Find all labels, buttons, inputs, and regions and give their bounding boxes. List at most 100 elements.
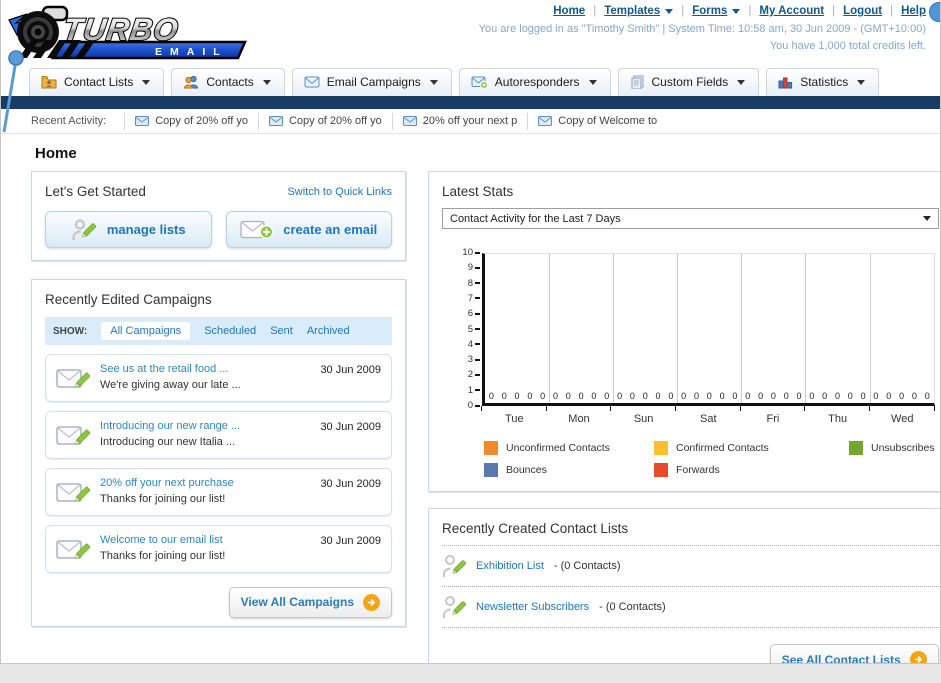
nav-logout-link[interactable]: Logout — [843, 5, 882, 17]
campaign-date: 30 Jun 2009 — [320, 364, 381, 376]
nav-logout[interactable]: Logout — [824, 5, 882, 17]
campaign-subtitle: We're giving away our late ... — [100, 378, 241, 391]
chart-x-ticks — [481, 406, 935, 411]
campaign-title-link[interactable]: Welcome to our email list — [100, 533, 225, 549]
people-icon — [183, 75, 199, 89]
stats-period-select[interactable]: Contact Activity for the Last 7 Days — [442, 208, 939, 229]
envelope-plus-icon — [240, 219, 274, 241]
envelope-plus-icon — [471, 76, 488, 89]
contact-list-item[interactable]: Newsletter Subscribers - (0 Contacts) — [442, 587, 939, 628]
contact-list-item[interactable]: Exhibition List - (0 Contacts) — [442, 546, 939, 587]
tab-contacts[interactable]: Contacts — [171, 68, 285, 96]
contact-list-count: - (0 Contacts) — [599, 601, 666, 613]
page-title: Home — [35, 145, 77, 162]
legend-label: Bounces — [506, 464, 547, 476]
header: TURBO EMAIL Home Templates Forms My Acco… — [1, 0, 940, 133]
campaign-list-item[interactable]: 20% off your next purchase Thanks for jo… — [45, 467, 392, 516]
see-all-contact-lists-button[interactable]: See All Contact Lists — [769, 644, 939, 663]
manage-lists-label: manage lists — [106, 222, 186, 237]
campaign-date: 30 Jun 2009 — [320, 534, 381, 547]
logo-subtitle-text: EMAIL — [155, 46, 228, 58]
nav-templates-link[interactable]: Templates — [604, 5, 660, 17]
top-nav: Home Templates Forms My Account Logout H… — [479, 5, 926, 17]
tab-custom-fields[interactable]: Custom Fields — [617, 68, 760, 96]
campaign-subtitle: Introducing our new Italia ... — [100, 435, 236, 448]
person-pencil-icon — [442, 553, 466, 579]
legend-swatch-bounces — [484, 463, 498, 477]
envelope-pencil-icon — [56, 535, 90, 563]
view-all-campaigns-label: View All Campaigns — [240, 595, 354, 609]
recent-campaigns-panel: Recently Edited Campaigns SHOW: All Camp… — [31, 279, 406, 627]
campaign-list-item[interactable]: See us at the retail food ... We're givi… — [45, 354, 392, 402]
campaign-list-item[interactable]: Introducing our new range ... Introducin… — [45, 410, 392, 459]
contact-list-link[interactable]: Exhibition List — [476, 560, 544, 572]
filter-scheduled[interactable]: Scheduled — [204, 325, 256, 337]
recent-activity-item[interactable]: Copy of 20% off yo — [257, 112, 392, 130]
legend-label: Confirmed Contacts — [676, 442, 769, 454]
filter-archived[interactable]: Archived — [307, 325, 350, 337]
campaign-subtitle: Thanks for joining our list! — [100, 549, 226, 562]
callout-pin-icon — [1, 50, 27, 139]
stats-period-value: Contact Activity for the Last 7 Days — [450, 212, 621, 225]
caret-down-icon — [732, 8, 741, 14]
campaign-title-link[interactable]: Introducing our new range ... — [100, 419, 240, 435]
nav-help-link[interactable]: Help — [901, 5, 926, 17]
nav-templates[interactable]: Templates — [585, 5, 674, 17]
tab-contact-lists[interactable]: Contact Lists — [29, 68, 165, 96]
nav-help[interactable]: Help — [882, 5, 926, 17]
caret-down-icon — [429, 79, 438, 85]
header-right: Home Templates Forms My Account Logout H… — [479, 5, 926, 54]
campaign-title-link[interactable]: See us at the retail food ... — [100, 362, 241, 378]
create-email-label: create an email — [283, 222, 378, 237]
tab-email-campaigns[interactable]: Email Campaigns — [291, 68, 452, 96]
contact-activity-chart: 0 1 2 3 4 5 6 7 8 9 10 000000000000000000000000000… — [456, 247, 935, 477]
envelope-pencil-icon — [56, 421, 90, 449]
view-all-campaigns-button[interactable]: View All Campaigns — [228, 586, 392, 618]
filter-sent[interactable]: Sent — [270, 325, 293, 337]
tab-autoresponders[interactable]: Autoresponders — [458, 68, 611, 96]
legend-label: Forwards — [676, 464, 720, 476]
envelope-icon — [135, 116, 150, 126]
help-bubble-icon[interactable] — [929, 2, 940, 22]
nav-home[interactable]: Home — [553, 5, 585, 17]
show-label: SHOW: — [53, 325, 88, 337]
envelope-pencil-icon — [56, 364, 90, 392]
main-tab-bar: Contact Lists Contacts Email Campaigns A… — [1, 66, 940, 96]
recent-activity-item[interactable]: 20% off your next p — [391, 112, 528, 130]
tab-statistics[interactable]: Statistics — [766, 68, 880, 96]
caret-down-icon — [737, 79, 746, 85]
nav-my-account[interactable]: My Account — [740, 5, 824, 17]
recent-activity-bar: Recent Activity: Copy of 20% off yo Copy… — [1, 109, 940, 134]
legend-swatch-unsubscribes — [849, 441, 863, 455]
chart-plot: 00000000000000000000000000000000000 — [482, 253, 935, 406]
tab-label: Contacts — [206, 75, 254, 89]
filter-all-campaigns[interactable]: All Campaigns — [101, 322, 191, 340]
recent-activity-item[interactable]: Copy of 20% off yo — [124, 112, 258, 130]
nav-my-account-link[interactable]: My Account — [759, 5, 824, 17]
nav-home-link[interactable]: Home — [553, 5, 585, 17]
recent-activity-text: Copy of 20% off yo — [288, 115, 382, 127]
caret-down-icon — [142, 79, 151, 85]
session-status: You are logged in as "Timothy Smith" | S… — [479, 21, 926, 54]
logged-in-status: You are logged in as "Timothy Smith" | S… — [478, 23, 926, 35]
legend-label: Unsubscribes — [871, 442, 935, 454]
tab-label: Statistics — [800, 75, 849, 89]
switch-quick-links[interactable]: Switch to Quick Links — [287, 186, 392, 198]
contact-list-link[interactable]: Newsletter Subscribers — [476, 601, 589, 613]
nav-forms-link[interactable]: Forms — [692, 5, 727, 17]
app-logo[interactable]: TURBO EMAIL — [7, 4, 265, 67]
tab-label: Contact Lists — [64, 75, 134, 89]
navy-divider-bar — [1, 96, 940, 109]
campaign-title-link[interactable]: 20% off your next purchase — [100, 476, 234, 492]
create-email-button[interactable]: create an email — [225, 211, 392, 248]
latest-stats-panel: Latest Stats Contact Activity for the La… — [428, 171, 940, 492]
recent-activity-item[interactable]: Copy of Welcome to — [527, 112, 667, 130]
folder-icon — [41, 75, 57, 89]
campaign-list-item[interactable]: Welcome to our email list Thanks for joi… — [45, 524, 392, 573]
nav-forms[interactable]: Forms — [673, 5, 741, 17]
tab-label: Autoresponders — [494, 75, 580, 89]
get-started-title: Let's Get Started — [45, 184, 146, 199]
caret-down-icon — [262, 79, 271, 85]
manage-lists-button[interactable]: manage lists — [45, 211, 212, 248]
campaign-date: 30 Jun 2009 — [320, 420, 381, 433]
